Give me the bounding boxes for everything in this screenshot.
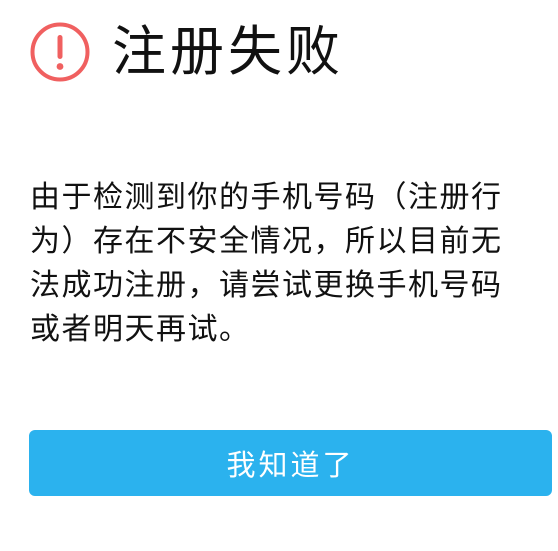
confirm-button[interactable]: 我知道了 bbox=[29, 430, 552, 496]
dialog-header: 注册失败 bbox=[28, 14, 344, 90]
registration-failed-dialog: 注册失败 由于检测到你的手机号码（注册行为）存在不安全情况，所以目前无法成功注册… bbox=[0, 0, 558, 551]
dialog-title: 注册失败 bbox=[112, 20, 344, 83]
exclamation-circle-icon bbox=[28, 20, 92, 84]
dialog-message: 由于检测到你的手机号码（注册行为）存在不安全情况，所以目前无法成功注册，请尝试更… bbox=[30, 180, 503, 347]
